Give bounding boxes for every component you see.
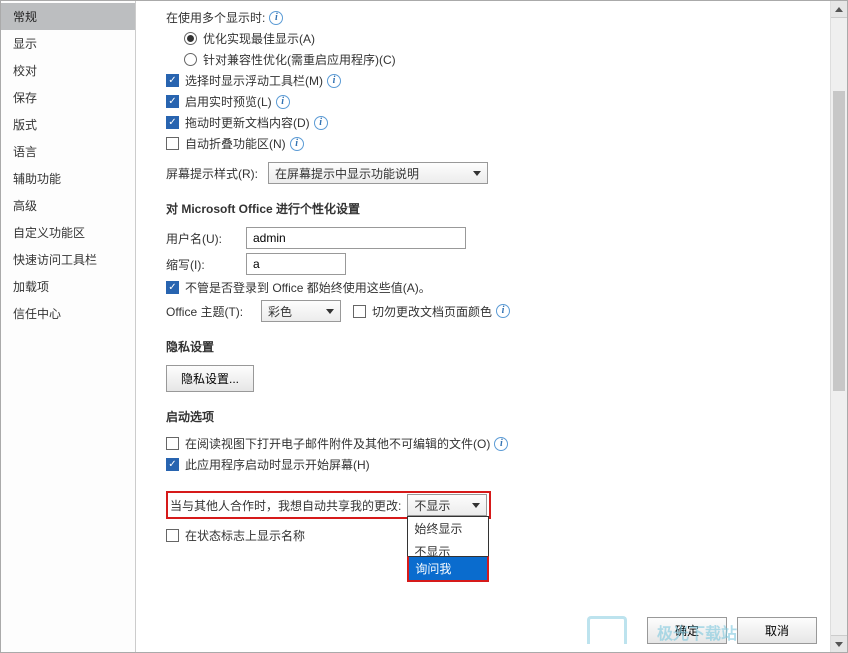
- username-input[interactable]: [246, 227, 466, 249]
- sidebar-item-customize-ribbon[interactable]: 自定义功能区: [1, 219, 135, 246]
- radio-optimize-best[interactable]: [184, 32, 197, 45]
- info-icon[interactable]: [290, 137, 304, 151]
- radio-optimize-compat[interactable]: [184, 53, 197, 66]
- ok-button[interactable]: 确定: [647, 617, 727, 644]
- collab-option-ask[interactable]: 询问我: [409, 557, 487, 580]
- dialog-footer: 确定 取消: [647, 617, 817, 644]
- no-change-bg-label: 切勿更改文档页面颜色: [372, 303, 492, 320]
- initials-label: 缩写(I):: [166, 256, 246, 273]
- multi-display-label: 在使用多个显示时:: [166, 9, 265, 26]
- checkbox-no-change-bg[interactable]: [353, 305, 366, 318]
- checkbox-always-use[interactable]: [166, 281, 179, 294]
- checkbox-show-start[interactable]: [166, 458, 179, 471]
- info-icon[interactable]: [276, 95, 290, 109]
- collab-value: 不显示: [414, 497, 450, 514]
- always-use-label: 不管是否登录到 Office 都始终使用这些值(A)。: [185, 279, 431, 296]
- screentip-value: 在屏幕提示中显示功能说明: [275, 165, 419, 182]
- info-icon[interactable]: [314, 116, 328, 130]
- sidebar-item-trust-center[interactable]: 信任中心: [1, 300, 135, 327]
- collab-dropdown-highlight: 询问我: [407, 556, 489, 582]
- scroll-down-arrow[interactable]: [831, 635, 847, 652]
- sidebar-item-general[interactable]: 常规: [1, 3, 135, 30]
- show-status-label: 在状态标志上显示名称: [185, 527, 305, 544]
- checkbox-drag-update[interactable]: [166, 116, 179, 129]
- open-attachments-label: 在阅读视图下打开电子邮件附件及其他不可编辑的文件(O): [185, 435, 490, 452]
- sidebar-item-display[interactable]: 显示: [1, 30, 135, 57]
- sidebar-item-quick-access[interactable]: 快速访问工具栏: [1, 246, 135, 273]
- info-icon[interactable]: [269, 11, 283, 25]
- sidebar-item-save[interactable]: 保存: [1, 84, 135, 111]
- settings-main-panel: 在使用多个显示时: 优化实现最佳显示(A) 针对兼容性优化(需重启应用程序)(C…: [136, 1, 847, 652]
- info-icon[interactable]: [327, 74, 341, 88]
- checkbox-show-status[interactable]: [166, 529, 179, 542]
- scroll-thumb[interactable]: [833, 91, 845, 391]
- sidebar-item-language[interactable]: 语言: [1, 138, 135, 165]
- sidebar-item-layout[interactable]: 版式: [1, 111, 135, 138]
- watermark-icon: [587, 616, 627, 644]
- theme-value: 彩色: [268, 303, 292, 320]
- collab-option-always[interactable]: 始终显示: [408, 517, 488, 540]
- privacy-settings-button[interactable]: 隐私设置...: [166, 365, 254, 392]
- initials-input[interactable]: [246, 253, 346, 275]
- show-start-label: 此应用程序启动时显示开始屏幕(H): [185, 456, 370, 473]
- collab-label: 当与其他人合作时，我想自动共享我的更改:: [170, 497, 401, 514]
- theme-label: Office 主题(T):: [166, 303, 261, 320]
- startup-title: 启动选项: [166, 408, 817, 425]
- info-icon[interactable]: [496, 304, 510, 318]
- personalize-title: 对 Microsoft Office 进行个性化设置: [166, 200, 817, 217]
- screentip-label: 屏幕提示样式(R):: [166, 165, 258, 182]
- scroll-up-arrow[interactable]: [831, 1, 847, 18]
- checkbox-floating-toolbar[interactable]: [166, 74, 179, 87]
- checkbox-collapse-ribbon[interactable]: [166, 137, 179, 150]
- privacy-title: 隐私设置: [166, 338, 817, 355]
- info-icon[interactable]: [494, 437, 508, 451]
- floating-toolbar-label: 选择时显示浮动工具栏(M): [185, 72, 323, 89]
- drag-update-label: 拖动时更新文档内容(D): [185, 114, 310, 131]
- username-label: 用户名(U):: [166, 230, 246, 247]
- sidebar-item-proofing[interactable]: 校对: [1, 57, 135, 84]
- sidebar-item-advanced[interactable]: 高级: [1, 192, 135, 219]
- settings-sidebar: 常规 显示 校对 保存 版式 语言 辅助功能 高级 自定义功能区 快速访问工具栏…: [1, 1, 136, 652]
- theme-select[interactable]: 彩色: [261, 300, 341, 322]
- vertical-scrollbar[interactable]: [830, 1, 847, 652]
- checkbox-live-preview[interactable]: [166, 95, 179, 108]
- checkbox-open-attachments[interactable]: [166, 437, 179, 450]
- cancel-button[interactable]: 取消: [737, 617, 817, 644]
- screentip-select[interactable]: 在屏幕提示中显示功能说明: [268, 162, 488, 184]
- radio-optimize-compat-label: 针对兼容性优化(需重启应用程序)(C): [203, 51, 396, 68]
- live-preview-label: 启用实时预览(L): [185, 93, 272, 110]
- collab-select[interactable]: 不显示: [407, 494, 487, 516]
- collapse-ribbon-label: 自动折叠功能区(N): [185, 135, 286, 152]
- sidebar-item-addins[interactable]: 加载项: [1, 273, 135, 300]
- radio-optimize-best-label: 优化实现最佳显示(A): [203, 30, 315, 47]
- sidebar-item-accessibility[interactable]: 辅助功能: [1, 165, 135, 192]
